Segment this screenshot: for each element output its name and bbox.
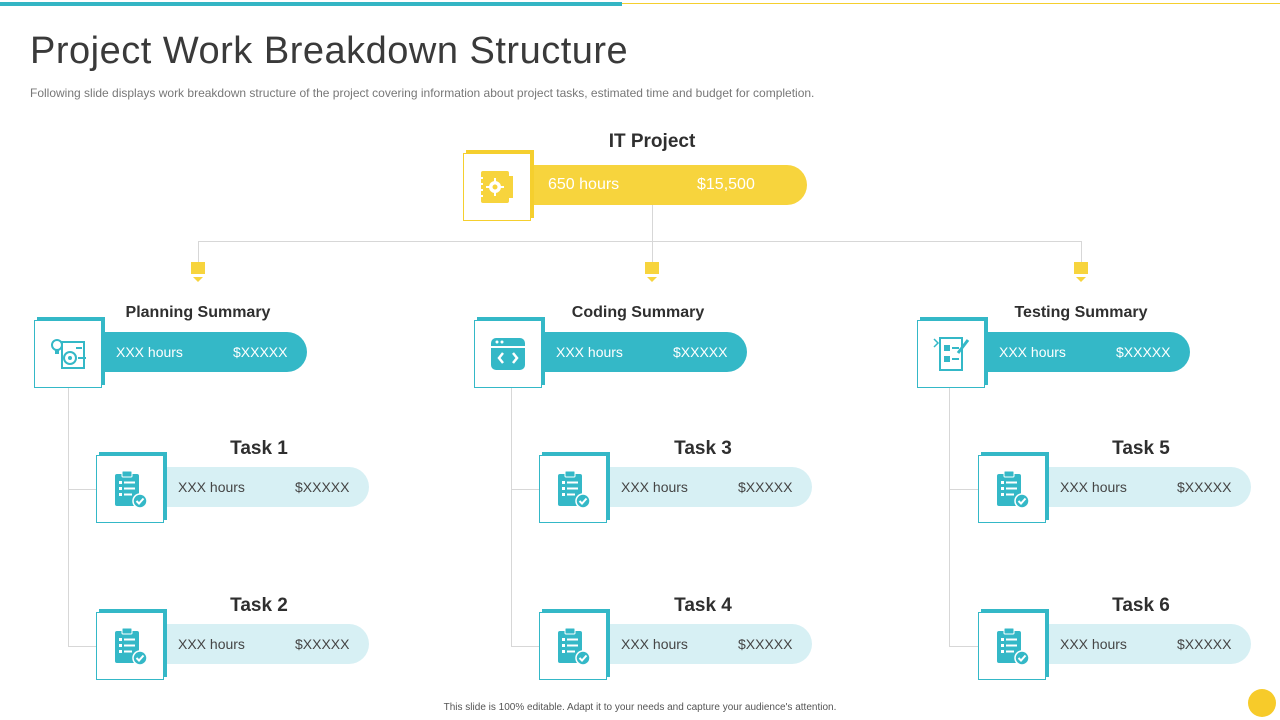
task2-icon-box (96, 612, 164, 680)
task4-pill: XXX hours $XXXXX (605, 624, 812, 664)
clipboard-check-icon (997, 627, 1030, 666)
task4-budget: $XXXXX (738, 636, 793, 652)
task1-hours: XXX hours (178, 479, 245, 495)
testing-summary-title: Testing Summary (1014, 304, 1148, 321)
clipboard-check-icon (997, 470, 1030, 509)
planning-summary-pill: XXX hours $XXXXX (100, 332, 307, 372)
testing-hours: XXX hours (999, 344, 1066, 360)
clipboard-check-icon (558, 627, 591, 666)
testing-icon-box (917, 320, 985, 388)
task2-title: Task 2 (230, 595, 288, 616)
planning-budget: $XXXXX (233, 344, 288, 360)
task5-branch (949, 489, 978, 490)
planning-hours: XXX hours (116, 344, 183, 360)
coding-tree-line (511, 388, 512, 647)
task3-pill: XXX hours $XXXXX (605, 467, 812, 507)
task1-branch (68, 489, 96, 490)
task4-icon-box (539, 612, 607, 680)
code-window-icon (491, 338, 525, 370)
task6-hours: XXX hours (1060, 636, 1127, 652)
testing-summary-pill: XXX hours $XXXXX (983, 332, 1190, 372)
testing-connector (1081, 241, 1082, 263)
task4-branch (511, 646, 539, 647)
footer-note: This slide is 100% editable. Adapt it to… (443, 702, 837, 713)
task3-icon-box (539, 455, 607, 523)
planning-marker-icon (191, 262, 205, 282)
root-icon-box (463, 153, 531, 221)
root-connector (652, 205, 653, 241)
planning-connector (198, 241, 199, 263)
planning-icon (51, 339, 86, 369)
task4-hours: XXX hours (621, 636, 688, 652)
root-hours: 650 hours (548, 176, 620, 193)
task5-title: Task 5 (1112, 438, 1170, 459)
task1-title: Task 1 (230, 438, 288, 459)
task5-pill: XXX hours $XXXXX (1044, 467, 1251, 507)
task1-icon-box (96, 455, 164, 523)
root-budget: $15,500 (697, 176, 755, 193)
task6-icon-box (978, 612, 1046, 680)
clipboard-check-icon (115, 470, 148, 509)
task2-branch (68, 646, 96, 647)
task3-branch (511, 489, 539, 490)
task1-budget: $XXXXX (295, 479, 350, 495)
testing-budget: $XXXXX (1116, 344, 1171, 360)
coding-marker-icon (645, 262, 659, 282)
clipboard-check-icon (558, 470, 591, 509)
task6-budget: $XXXXX (1177, 636, 1232, 652)
task2-hours: XXX hours (178, 636, 245, 652)
coding-icon-box (474, 320, 542, 388)
testing-icon (933, 337, 970, 371)
task5-hours: XXX hours (1060, 479, 1127, 495)
task4-title: Task 4 (674, 595, 732, 616)
clipboard-check-icon (115, 627, 148, 666)
task3-hours: XXX hours (621, 479, 688, 495)
top-accent-bar (0, 2, 622, 6)
corner-dot (1248, 689, 1276, 717)
task3-title: Task 3 (674, 438, 732, 459)
root-pill: 650 hours $15,500 (530, 165, 807, 205)
page-title: Project Work Breakdown Structure (30, 30, 629, 72)
coding-budget: $XXXXX (673, 344, 728, 360)
testing-tree-line (949, 388, 950, 647)
coding-hours: XXX hours (556, 344, 623, 360)
page-subtitle: Following slide displays work breakdown … (30, 86, 815, 100)
task5-budget: $XXXXX (1177, 479, 1232, 495)
gear-notebook-icon (479, 171, 513, 203)
horizontal-connector (198, 241, 1082, 242)
task6-title: Task 6 (1112, 595, 1170, 616)
testing-marker-icon (1074, 262, 1088, 282)
coding-summary-title: Coding Summary (571, 304, 705, 321)
top-accent-line (622, 3, 1280, 4)
task3-budget: $XXXXX (738, 479, 793, 495)
task6-pill: XXX hours $XXXXX (1044, 624, 1251, 664)
task5-icon-box (978, 455, 1046, 523)
coding-connector (652, 241, 653, 263)
coding-summary-pill: XXX hours $XXXXX (540, 332, 747, 372)
task1-pill: XXX hours $XXXXX (162, 467, 369, 507)
planning-tree-line (68, 388, 69, 647)
task6-branch (949, 646, 978, 647)
planning-summary-title: Planning Summary (125, 304, 271, 321)
task2-budget: $XXXXX (295, 636, 350, 652)
planning-icon-box (34, 320, 102, 388)
root-title: IT Project (608, 131, 696, 152)
task2-pill: XXX hours $XXXXX (162, 624, 369, 664)
